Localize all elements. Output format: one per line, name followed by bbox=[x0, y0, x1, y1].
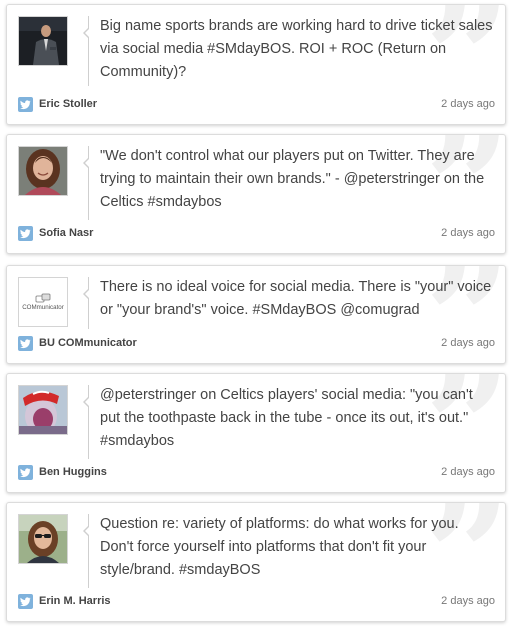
avatar-photo-red-cap bbox=[19, 386, 67, 434]
author-name[interactable]: Erin M. Harris bbox=[39, 595, 111, 607]
tweet-text: "We don't control what our players put o… bbox=[100, 148, 485, 210]
tweet-card: ” Question re: variety of platforms: do … bbox=[6, 502, 506, 622]
author-name[interactable]: BU COMmunicator bbox=[39, 337, 137, 349]
tweet-text: Question re: variety of platforms: do wh… bbox=[100, 516, 459, 578]
avatar[interactable] bbox=[18, 146, 68, 196]
divider bbox=[83, 16, 89, 86]
tweet-card: ” "We don't control what our players put… bbox=[6, 134, 506, 254]
divider bbox=[83, 514, 89, 588]
twitter-bird-icon[interactable] bbox=[18, 465, 33, 480]
tweet-footer: Eric Stoller 2 days ago bbox=[18, 96, 495, 114]
avatar[interactable]: COMmunicator bbox=[18, 277, 68, 327]
avatar[interactable] bbox=[18, 16, 68, 66]
timestamp[interactable]: 2 days ago bbox=[441, 466, 495, 478]
timestamp[interactable]: 2 days ago bbox=[441, 227, 495, 239]
avatar-photo-woman-curly bbox=[19, 147, 67, 195]
communicator-logo: COMmunicator bbox=[19, 278, 67, 326]
tweet-footer: Erin M. Harris 2 days ago bbox=[18, 593, 495, 611]
divider bbox=[83, 277, 89, 329]
timestamp[interactable]: 2 days ago bbox=[441, 595, 495, 607]
twitter-bird-icon[interactable] bbox=[18, 594, 33, 609]
tweet-footer: Ben Huggins 2 days ago bbox=[18, 464, 495, 482]
author-name[interactable]: Sofia Nasr bbox=[39, 227, 93, 239]
tweet-text: There is no ideal voice for social media… bbox=[100, 279, 492, 318]
tweet-footer: Sofia Nasr 2 days ago bbox=[18, 225, 495, 243]
avatar-photo-man bbox=[19, 17, 67, 65]
tweet-text: Big name sports brands are working hard … bbox=[100, 18, 493, 80]
twitter-bird-icon[interactable] bbox=[18, 97, 33, 112]
tweet-feed: ” Big name sports brands are working har… bbox=[0, 0, 513, 631]
divider bbox=[83, 146, 89, 220]
tweet-card: ” @peterstringer on Celtics players' soc… bbox=[6, 373, 506, 493]
avatar[interactable] bbox=[18, 514, 68, 564]
timestamp[interactable]: 2 days ago bbox=[441, 98, 495, 110]
author-name[interactable]: Ben Huggins bbox=[39, 466, 107, 478]
tweet-card: ” Big name sports brands are working har… bbox=[6, 4, 506, 125]
twitter-bird-icon[interactable] bbox=[18, 226, 33, 241]
avatar[interactable] bbox=[18, 385, 68, 435]
twitter-bird-icon[interactable] bbox=[18, 336, 33, 351]
timestamp[interactable]: 2 days ago bbox=[441, 337, 495, 349]
author-name[interactable]: Eric Stoller bbox=[39, 98, 97, 110]
avatar-photo-woman-sunglasses bbox=[19, 515, 67, 563]
tweet-footer: BU COMmunicator 2 days ago bbox=[18, 335, 495, 353]
tweet-text: @peterstringer on Celtics players' socia… bbox=[100, 387, 473, 449]
communicator-logo-text: COMmunicator bbox=[22, 304, 64, 311]
tweet-card: ” COMmunicator There is no ideal voice f… bbox=[6, 265, 506, 364]
divider bbox=[83, 385, 89, 459]
